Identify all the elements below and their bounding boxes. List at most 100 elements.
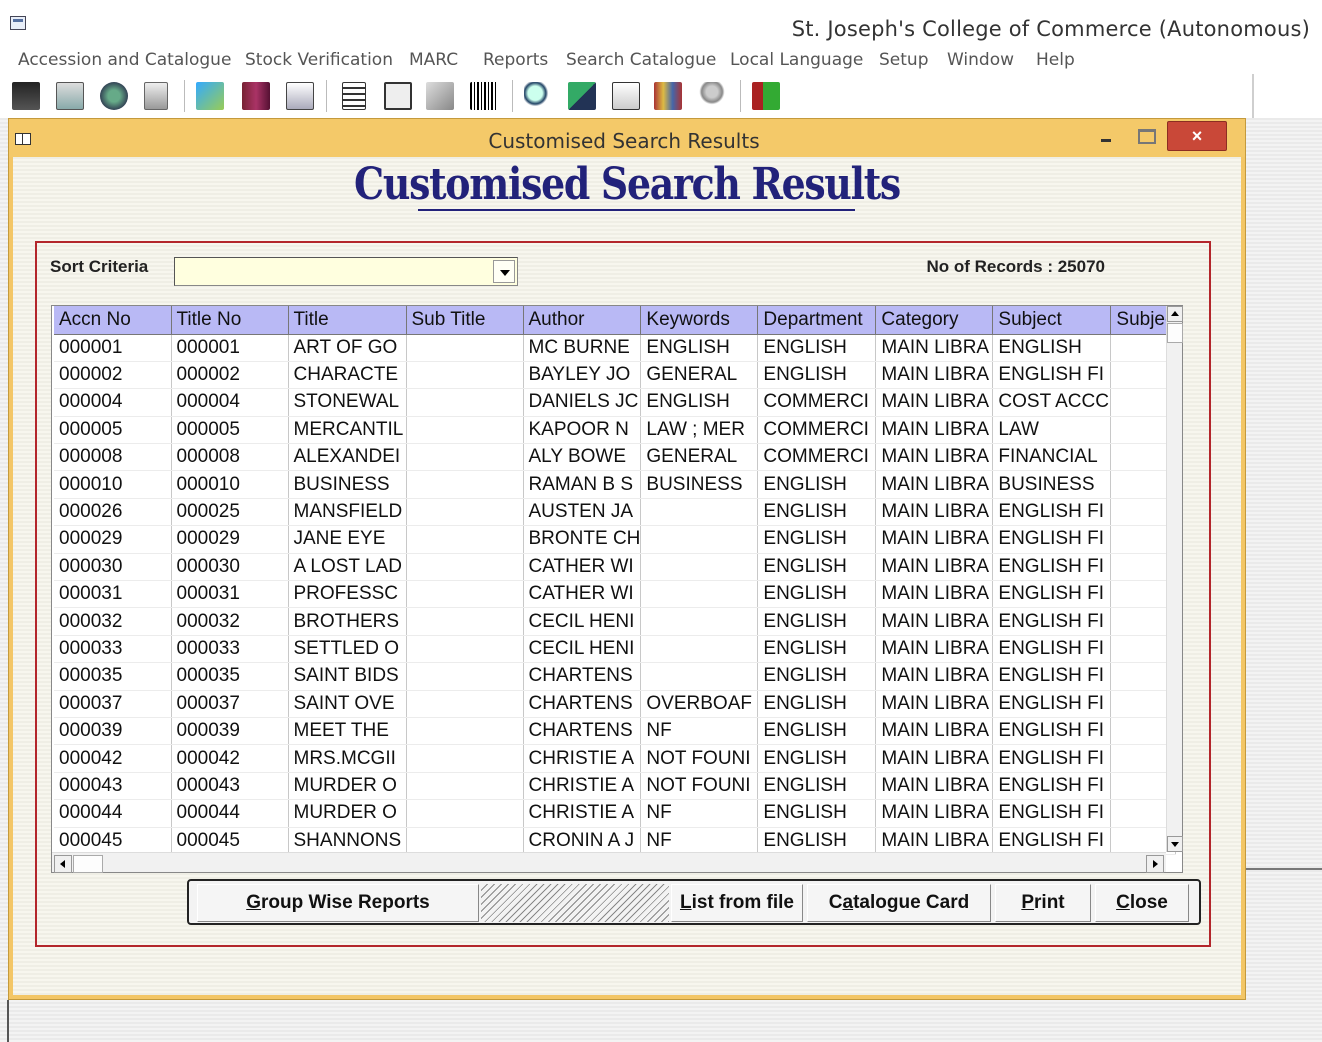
books-icon[interactable] [242,82,270,110]
menu-local-language[interactable]: Local Language [730,50,863,70]
sort-criteria-select[interactable] [174,257,518,286]
minimize-button[interactable] [1087,121,1121,151]
group-wise-reports-button[interactable]: Group Wise Reports [197,884,479,922]
table-cell [640,662,759,691]
scroll-right-icon[interactable] [1146,855,1164,873]
hand-icon[interactable] [426,82,454,110]
table-row[interactable]: 000033 000033 SETTLED O CECIL HENI ENGLISH MA… [54,635,1176,664]
table-row[interactable]: 000039 000039 MEET THE CHARTENS NF ENGLISH MAI… [54,717,1176,746]
barcode-icon[interactable] [470,82,498,110]
column-header[interactable]: Title No [171,306,289,335]
table-row[interactable]: 000001 000001 ART OF GO MC BURNE ENGLISH ENGL… [54,334,1176,362]
print-button[interactable]: Print [995,884,1091,922]
search-icon[interactable] [524,82,552,110]
button-hotkey: G [246,892,262,913]
table-row[interactable]: 000008 000008 ALEXANDEI ALY BOWE GENERAL COMM… [54,443,1176,472]
table-row[interactable]: 000042 000042 MRS.MCGII CHRISTIE A NOT FOUNI… [54,744,1176,773]
scroll-down-icon[interactable] [1167,836,1183,852]
table-cell [406,717,524,746]
menu-accession-and-catalogue[interactable]: Accession and Catalogue [18,50,231,70]
column-header[interactable]: Subject [992,306,1112,335]
table-cell: 000044 [54,799,172,828]
close-window-button[interactable]: × [1167,121,1227,151]
user-icon[interactable] [698,82,726,110]
table-row[interactable]: 000035 000035 SAINT BIDS CHARTENS ENGLISH MAI… [54,662,1176,691]
table-row[interactable]: 000005 000005 MERCANTIL KAPOOR N LAW ; MER CO… [54,416,1176,445]
copy-icon[interactable] [144,82,168,110]
table-cell: ENGLISH [757,361,877,390]
window-titlebar[interactable]: Customised Search Results × [9,119,1245,157]
column-header[interactable]: Author [523,306,642,335]
mail-icon[interactable] [286,82,314,110]
table-row[interactable]: 000044 000044 MURDER O CHRISTIE A NF ENGLISH M… [54,799,1176,828]
scroll-up-icon[interactable] [1167,306,1183,322]
table-row[interactable]: 000043 000043 MURDER O CHRISTIE A NOT FOUNI E… [54,772,1176,801]
table-cell [406,361,524,390]
column-header[interactable]: Title [288,306,407,335]
exit-icon[interactable] [752,82,780,110]
document-icon[interactable] [342,82,366,110]
button-hotkey: a [842,892,854,913]
table-row[interactable]: 000010 000010 BUSINESS RAMAN B S BUSINESS ENG… [54,470,1176,499]
table-row[interactable]: 000037 000037 SAINT OVE CHARTENS OVERBOAF ENG… [54,690,1176,718]
table-row[interactable]: 000002 000002 CHARACTE BAYLEY JO GENERAL ENGL… [54,361,1176,390]
toolbar-separator [740,80,741,112]
scroll-thumb[interactable] [1167,323,1183,343]
table-row[interactable]: 000045 000045 SHANNONS CRONIN A J NF ENGLISH M… [54,827,1176,855]
menu-help[interactable]: Help [1036,50,1075,70]
table-row[interactable]: 000032 000032 BROTHERS CECIL HENI ENGLISH MAI… [54,607,1176,636]
table-row[interactable]: 000029 000029 JANE EYE BRONTE CH ENGLISH MAIN… [54,525,1176,554]
list-icon[interactable] [384,82,412,110]
column-header[interactable]: Sub Title [406,306,524,335]
maximize-button[interactable] [1127,121,1161,151]
table-cell: 000033 [171,635,289,664]
table-row[interactable]: 000031 000031 PROFESSC CATHER WI ENGLISH MAIN… [54,580,1176,609]
stamp-icon[interactable] [196,82,224,110]
menu-marc[interactable]: MARC [409,50,458,70]
catalogue-icon[interactable] [56,82,84,110]
column-header[interactable]: Department [757,306,877,335]
table-cell: MAIN LIBRA [875,416,994,445]
table-cell [406,799,524,828]
edit-icon[interactable] [612,82,640,110]
book-icon[interactable] [12,82,40,110]
table-row[interactable]: 000004 000004 STONEWAL DANIELS JC ENGLISH COM… [54,388,1176,417]
results-grid[interactable]: Accn No Title No Title Sub Title Author Keywo… [51,305,1183,873]
globe-icon[interactable] [100,82,128,110]
find-book-icon[interactable] [568,82,596,110]
bookshelf-icon[interactable] [654,82,682,110]
close-button[interactable]: Close [1095,884,1189,922]
table-cell: MAIN LIBRA [875,717,994,746]
table-cell: ENGLISH [757,580,877,609]
table-cell: MURDER O [288,799,407,828]
table-cell: ENGLISH [757,553,877,582]
table-cell: NOT FOUNI [640,744,759,773]
table-cell: BUSINESS [992,470,1112,499]
vertical-scrollbar[interactable] [1166,306,1183,852]
column-header[interactable]: Keywords [640,306,759,335]
table-cell: MAIN LIBRA [875,690,994,718]
menu-window[interactable]: Window [947,50,1014,70]
sort-criteria-label: Sort Criteria [50,257,149,276]
table-row[interactable]: 000030 000030 A LOST LAD CATHER WI ENGLISH MA… [54,553,1176,582]
table-row[interactable]: 000026 000025 MANSFIELD AUSTEN JA ENGLISH MAI… [54,498,1176,527]
scroll-left-icon[interactable] [54,855,72,873]
chevron-down-icon[interactable] [493,260,515,283]
menu-reports[interactable]: Reports [483,50,548,70]
list-from-file-button[interactable]: List from file [671,884,803,922]
table-cell [406,690,524,718]
table-cell: COMMERCI [757,416,877,445]
column-header[interactable]: Accn No [54,306,172,335]
menu-setup[interactable]: Setup [879,50,928,70]
column-header[interactable]: Category [875,306,994,335]
table-cell: 000029 [171,525,289,554]
table-cell: 000008 [54,443,172,472]
horizontal-scrollbar[interactable] [52,852,1166,873]
menu-search-catalogue[interactable]: Search Catalogue [566,50,716,70]
scroll-thumb[interactable] [73,855,103,873]
table-cell: ENGLISH [757,690,877,718]
table-cell: MAIN LIBRA [875,525,994,554]
app-icon[interactable] [10,16,26,30]
catalogue-card-button[interactable]: Catalogue Card [807,884,991,922]
menu-stock-verification[interactable]: Stock Verification [245,50,393,70]
